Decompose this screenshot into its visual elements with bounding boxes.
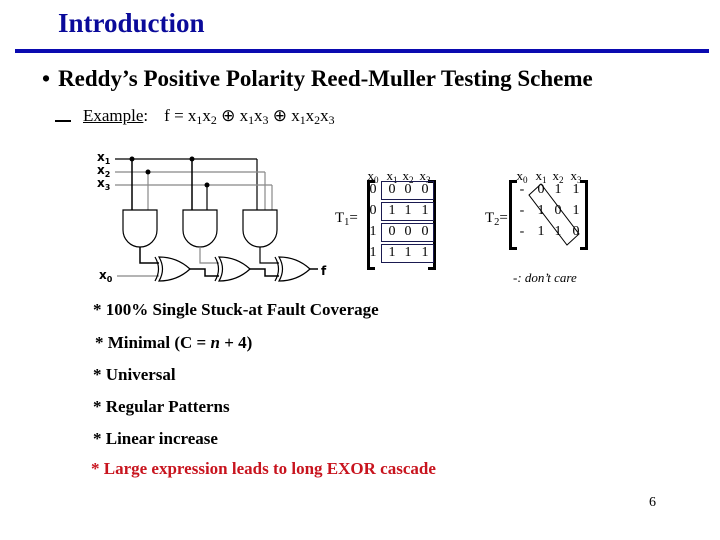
bullet-text: Reddy’s Positive Polarity Reed-Muller Te… bbox=[58, 66, 593, 91]
bullet-dot-icon: • bbox=[42, 66, 51, 91]
wire-xor2-out bbox=[250, 268, 279, 277]
feature-item: * Minimal (C = n + 4) bbox=[95, 333, 253, 352]
matrix-cell: 1 bbox=[369, 224, 377, 239]
rm-circuit-diagram: x1 x2 x3 x0 f bbox=[97, 150, 327, 284]
wire-xor1-out bbox=[190, 268, 219, 277]
matrix-cell: 0 bbox=[388, 182, 396, 197]
slide-title: Introduction bbox=[58, 8, 205, 38]
matrix-cell: 1 bbox=[369, 245, 377, 260]
matrix-cell: 0 bbox=[404, 224, 412, 239]
matrix-cell: 0 bbox=[421, 182, 429, 197]
xor-gate-1 bbox=[154, 256, 191, 282]
diagonal-highlight bbox=[528, 183, 580, 246]
xor-operator: ⊕ bbox=[268, 106, 292, 125]
matrix-cell: 0 bbox=[369, 203, 377, 218]
matrix-cell: 0 bbox=[369, 182, 377, 197]
main-bullet: • Reddy’s Positive Polarity Reed-Muller T… bbox=[42, 66, 593, 92]
feature-item: * 100% Single Stuck-at Fault Coverage bbox=[93, 300, 379, 319]
function-term: x1x2 bbox=[187, 106, 217, 127]
matrix-cell: 0 bbox=[421, 224, 429, 239]
junction-dot bbox=[204, 182, 210, 188]
junction-dot bbox=[189, 156, 195, 162]
matrix-cell: 1 bbox=[404, 203, 412, 218]
test-matrix-t2: T2= x0 x1 x2 x3 -011-101-110 bbox=[485, 168, 595, 273]
junction-dot bbox=[145, 169, 151, 175]
matrix-cell: 1 bbox=[388, 245, 396, 260]
test-matrix-t1: T1= x0 x1 x2 x3 0000011110001111 bbox=[335, 168, 445, 273]
feature-item: * Universal bbox=[93, 365, 176, 384]
dont-care-note: -: don’t care bbox=[513, 270, 577, 285]
xor-operator: ⊕ bbox=[216, 106, 240, 125]
function-term: x1x3 bbox=[239, 106, 269, 127]
matrix-cell: 1 bbox=[421, 203, 429, 218]
example-colon: : bbox=[143, 106, 149, 125]
feature-item: * Linear increase bbox=[93, 429, 218, 448]
dash-marker bbox=[55, 112, 71, 123]
output-label-f: f bbox=[321, 264, 327, 278]
feature-item-highlight: * Large expression leads to long EXOR ca… bbox=[91, 459, 436, 478]
title-divider bbox=[15, 49, 709, 53]
xor-gate-3 bbox=[274, 256, 311, 282]
example-row: Example: f = x1x2 ⊕ x1x3 ⊕ x1x2x3 bbox=[55, 106, 335, 128]
matrix-cell: 0 bbox=[404, 182, 412, 197]
matrix-cell: 0 bbox=[388, 224, 396, 239]
and-gate-2 bbox=[182, 209, 218, 248]
matrix-cell: 1 bbox=[421, 245, 429, 260]
t2-label: T2= bbox=[485, 210, 508, 228]
and-gate-3 bbox=[242, 209, 278, 248]
example-label: Example bbox=[83, 106, 144, 125]
junction-dot bbox=[129, 156, 135, 162]
matrix-cell: 1 bbox=[404, 245, 412, 260]
and-gate-1 bbox=[122, 209, 158, 248]
function-term: x1x2x3 bbox=[291, 106, 335, 127]
xor-gate-2 bbox=[214, 256, 251, 282]
feature-item: * Regular Patterns bbox=[93, 397, 230, 416]
t1-label: T1= bbox=[335, 210, 358, 228]
input-label-x0: x0 bbox=[99, 268, 113, 284]
page-number: 6 bbox=[649, 495, 656, 510]
matrix-cell: 1 bbox=[388, 203, 396, 218]
function-expression: f = x1x2 ⊕ x1x3 ⊕ x1x2x3 bbox=[164, 106, 335, 127]
function-lhs: f = bbox=[164, 106, 188, 125]
